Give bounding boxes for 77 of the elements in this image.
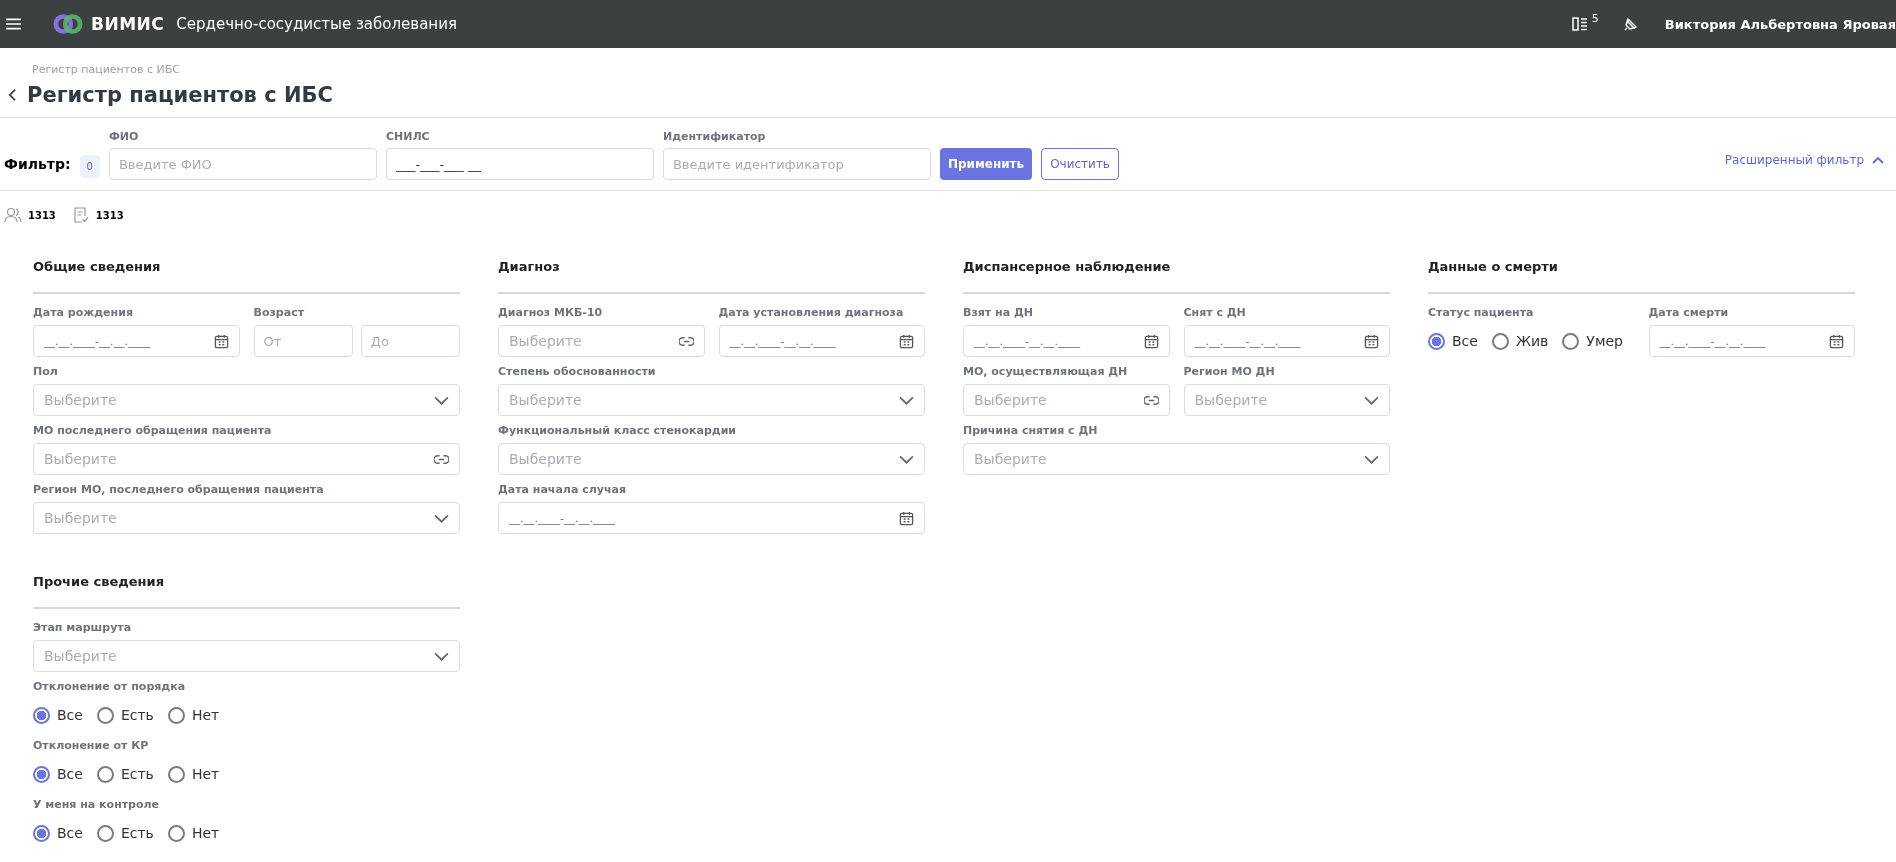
field-label: МО, осуществляющая ДН [963, 365, 1129, 378]
date-range-field[interactable]: __.__.____-__.__.____ [963, 325, 1170, 357]
back-icon[interactable] [8, 88, 17, 102]
app-name: ВИМИС [91, 14, 165, 34]
list-count: 5 [1591, 11, 1599, 25]
field-label: СНИЛС [385, 130, 431, 143]
date-range-field[interactable]: __.__.____-__.__.____ [1183, 325, 1390, 357]
field-label: Пол [33, 365, 59, 378]
radio-option[interactable]: Есть [96, 765, 154, 783]
date-range-field[interactable]: __.__.____-__.__.____ [33, 325, 240, 357]
page-title: Регистр пациентов с ИБС [27, 83, 333, 107]
radio-option[interactable]: Нет [167, 824, 220, 842]
field-label: Идентификатор [662, 130, 767, 143]
field-label: МО последнего обращения пациента [33, 424, 273, 437]
field-label: Функциональный класс стенокардии [498, 424, 738, 437]
count-value: 1313 [28, 209, 56, 221]
field-label: Дата смерти [1648, 306, 1730, 319]
radio-option[interactable]: Нет [167, 706, 220, 724]
apply-button[interactable]: Применить [939, 148, 1033, 180]
section-title: Диагноз [498, 259, 925, 294]
count-value: 1313 [95, 209, 124, 221]
calendar-icon[interactable] [213, 333, 229, 349]
radio-option[interactable]: Есть [96, 706, 154, 724]
filter-label: Фильтр: [4, 156, 71, 172]
field-label: Взят на ДН [963, 306, 1034, 319]
clear-button[interactable]: Очистить [1041, 148, 1119, 180]
radio-option[interactable]: Все [33, 824, 83, 842]
radio-option[interactable]: Все [1428, 332, 1478, 350]
user-name[interactable]: Виктория Альбертовна Яровая [1664, 16, 1896, 32]
field-label: У меня на контроле [33, 798, 161, 811]
field-label: Возраст [253, 306, 306, 319]
field-label: Дата начала случая [498, 483, 627, 496]
field-label: Регион МО, последнего обращения пациента [33, 483, 325, 496]
field-label: Отклонение от КР [33, 739, 150, 752]
users-icon [4, 207, 22, 223]
field-label: Отклонение от порядка [33, 680, 187, 693]
calendar-icon[interactable] [1143, 333, 1159, 349]
field-label: Этап маршрута [33, 621, 133, 634]
field-label: Дата установления диагноза [718, 306, 905, 319]
radio-option[interactable]: Умер [1562, 332, 1623, 350]
date-range-field[interactable]: __.__.____-__.__.____ [1648, 325, 1855, 357]
field-label: Дата рождения [33, 306, 134, 319]
input-field[interactable]: Введите идентификатор [662, 148, 931, 180]
radio-option[interactable]: Все [33, 706, 83, 724]
field-label: Степень обоснованности [498, 365, 657, 378]
menu-icon[interactable] [6, 18, 21, 30]
field-label: ФИО [108, 130, 140, 143]
input-field[interactable]: От [253, 325, 353, 357]
calendar-icon[interactable] [899, 510, 914, 526]
radio-option[interactable]: Нет [167, 765, 220, 783]
bell-icon[interactable] [1622, 16, 1639, 32]
advanced-filter-link[interactable]: Расширенный фильтр [1718, 152, 1890, 168]
field-label: Диагноз МКБ-10 [498, 306, 604, 319]
section-title: Прочие сведения [33, 574, 460, 609]
date-range-field[interactable]: __.__.____-__.__.____ [498, 502, 925, 534]
filter-count-badge: 0 [79, 155, 100, 178]
chevron-up-icon [1872, 156, 1884, 164]
input-field[interactable]: Введите ФИО [108, 148, 377, 180]
field-label: Статус пациента [1428, 306, 1535, 319]
section-title: Общие сведения [33, 259, 460, 294]
radio-option[interactable]: Есть [96, 824, 154, 842]
section-title: Диспансерное наблюдение [963, 259, 1390, 294]
section-title: Данные о смерти [1428, 259, 1855, 294]
field-label: Регион МО ДН [1183, 365, 1276, 378]
app-subtitle: Сердечно-сосудистые заболевания [176, 15, 457, 33]
document-check-icon [71, 207, 90, 223]
date-range-field[interactable]: __.__.____-__.__.____ [718, 325, 925, 357]
calendar-icon[interactable] [1829, 333, 1844, 349]
field-label: Снят с ДН [1183, 306, 1247, 319]
field-label: Причина снятия с ДН [963, 424, 1099, 437]
input-field[interactable]: До [360, 325, 460, 357]
radio-option[interactable]: Жив [1491, 332, 1549, 350]
calendar-icon[interactable] [1364, 333, 1379, 349]
input-field[interactable]: ___-___-___ __ [385, 148, 654, 180]
radio-option[interactable]: Все [33, 765, 83, 783]
list-icon[interactable] [1571, 17, 1588, 31]
calendar-icon[interactable] [899, 333, 914, 349]
